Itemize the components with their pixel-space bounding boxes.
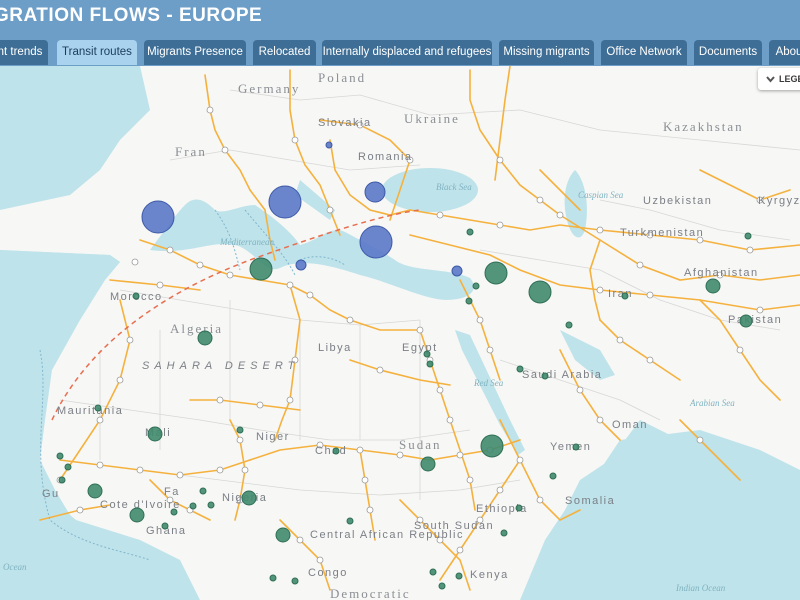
bubble-afghanistan[interactable] <box>705 278 721 294</box>
label-indian-ocean: Indian Ocean <box>675 583 726 593</box>
bubble-cyprus[interactable] <box>451 265 463 277</box>
label-egypt: Egypt <box>402 342 438 354</box>
bubble-hungary[interactable] <box>325 141 333 149</box>
label-poland: Poland <box>318 70 366 85</box>
legend-label: LEGE <box>779 74 800 84</box>
label-yemen: Yemen <box>550 441 591 453</box>
bubble-spain[interactable] <box>141 200 175 234</box>
label-germany: Germany <box>238 81 300 96</box>
label-kyrgyzstan: Kyrgyz <box>758 195 800 207</box>
label-mediterranean: Mediterranean <box>219 237 274 247</box>
map-view[interactable]: Poland Germany Slovakia Ukraine Kazakhst… <box>0 66 800 600</box>
label-oman: Oman <box>612 419 648 431</box>
bubble-greece[interactable] <box>359 225 393 259</box>
bubble-tunisia[interactable] <box>249 257 273 281</box>
tab-documents[interactable]: Documents <box>694 40 762 65</box>
label-faso: Fa <box>164 486 180 498</box>
label-sahara: SAHARA DESERT <box>142 360 299 372</box>
tab-transit-routes[interactable]: Transit routes <box>57 40 137 65</box>
label-algeria: Algeria <box>170 321 223 336</box>
label-slovakia: Slovakia <box>318 117 372 129</box>
label-somalia: Somalia <box>565 495 615 507</box>
map-canvas[interactable]: Poland Germany Slovakia Ukraine Kazakhst… <box>0 66 800 600</box>
bubble-sudan[interactable] <box>420 456 436 472</box>
tab-internally-displaced[interactable]: Internally displaced and refugees <box>322 40 492 65</box>
label-france: Fran <box>175 144 207 159</box>
label-niger: Niger <box>256 431 290 443</box>
tab-missing-migrants[interactable]: Missing migrants <box>499 40 594 65</box>
label-kenya: Kenya <box>470 569 509 581</box>
label-pakistan: Pakistan <box>728 314 782 326</box>
label-arabian-sea: Arabian Sea <box>689 398 735 408</box>
chevron-down-icon <box>766 69 775 90</box>
label-congo: Congo <box>308 567 348 579</box>
bubble-malta[interactable] <box>295 259 307 271</box>
tab-about[interactable]: Abou <box>769 40 800 65</box>
tab-migrants-presence[interactable]: Migrants Presence <box>144 40 246 65</box>
label-sudan: Sudan <box>399 437 442 452</box>
tab-relocated[interactable]: Relocated <box>253 40 316 65</box>
app-title: GRATION FLOWS - EUROPE <box>0 5 263 26</box>
label-ocean: Ocean <box>3 562 27 572</box>
label-kazakhstan: Kazakhstan <box>663 119 744 134</box>
tab-office-network[interactable]: Office Network <box>601 40 687 65</box>
label-romania: Romania <box>358 151 413 163</box>
app-header: GRATION FLOWS - EUROPE <box>0 0 800 36</box>
label-uzbekistan: Uzbekistan <box>643 195 712 207</box>
label-red-sea: Red Sea <box>473 378 504 388</box>
label-saudi-arabia: Saudi Arabia <box>522 369 602 381</box>
bubble-guinea[interactable] <box>87 483 103 499</box>
bubble-ethiopia-north[interactable] <box>480 434 504 458</box>
bubble-algeria[interactable] <box>197 330 213 346</box>
label-car: Central African Republic <box>310 529 464 541</box>
bubble-pakistan[interactable] <box>739 314 753 328</box>
tab-recent-trends[interactable]: nt trends <box>0 40 48 65</box>
bubble-turkey-east[interactable] <box>484 261 508 285</box>
label-libya: Libya <box>318 342 352 354</box>
tab-bar: nt trends Transit routes Migrants Presen… <box>0 36 800 66</box>
bubble-mali[interactable] <box>147 426 163 442</box>
bubble-nigeria[interactable] <box>241 490 257 506</box>
bubble-cote-divoire[interactable] <box>129 507 145 523</box>
label-democratic: Democratic <box>330 586 411 600</box>
bubble-bulgaria[interactable] <box>364 181 386 203</box>
label-turkmenistan: Turkmenistan <box>620 227 704 239</box>
label-ukraine: Ukraine <box>404 111 460 126</box>
label-iran: Iran <box>608 288 633 300</box>
label-afghanistan: Afghanistan <box>684 267 759 279</box>
label-black-sea: Black Sea <box>436 182 472 192</box>
bubble-cameroon[interactable] <box>275 527 291 543</box>
label-chad: Chad <box>315 445 347 457</box>
label-guinea: Gu <box>42 488 60 500</box>
legend-toggle-button[interactable]: LEGE <box>758 68 800 90</box>
bubble-italy[interactable] <box>268 185 302 219</box>
bubble-iraq[interactable] <box>528 280 552 304</box>
label-mauritania: Mauritania <box>57 405 123 417</box>
label-caspian-sea: Caspian Sea <box>578 190 624 200</box>
